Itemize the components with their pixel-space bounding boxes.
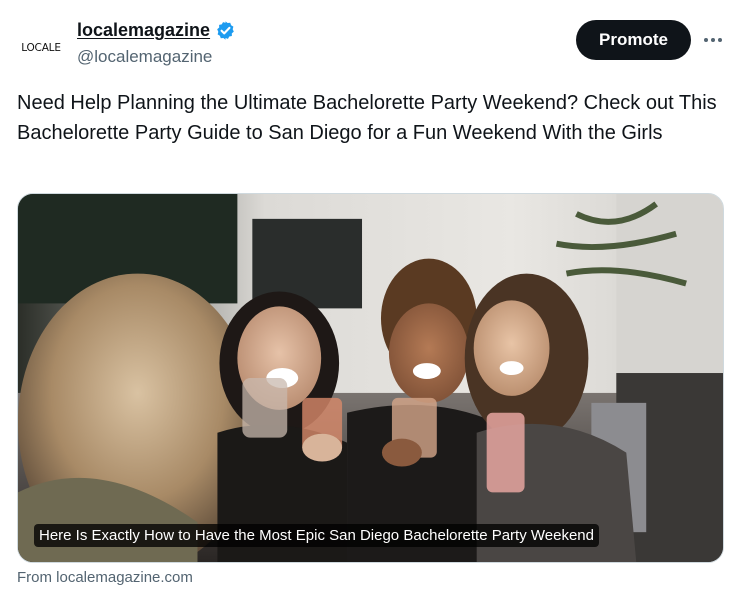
link-card[interactable]: Here Is Exactly How to Have the Most Epi… bbox=[17, 193, 724, 563]
card-image bbox=[18, 194, 723, 562]
verified-badge-icon bbox=[215, 20, 236, 41]
avatar-logo-text: LOCALE bbox=[21, 42, 61, 54]
more-options-button[interactable] bbox=[700, 28, 726, 52]
card-source[interactable]: From localemagazine.com bbox=[17, 569, 193, 586]
author-display-name[interactable]: localemagazine bbox=[77, 20, 210, 41]
tweet-text: Need Help Planning the Ultimate Bachelor… bbox=[17, 92, 717, 144]
more-horizontal-icon bbox=[704, 38, 722, 42]
author-name-row: localemagazine bbox=[77, 20, 236, 41]
avatar[interactable]: LOCALE bbox=[17, 24, 65, 72]
promote-button[interactable]: Promote bbox=[576, 20, 691, 60]
author-handle[interactable]: @localemagazine bbox=[77, 47, 212, 67]
card-title: Here Is Exactly How to Have the Most Epi… bbox=[34, 524, 599, 547]
